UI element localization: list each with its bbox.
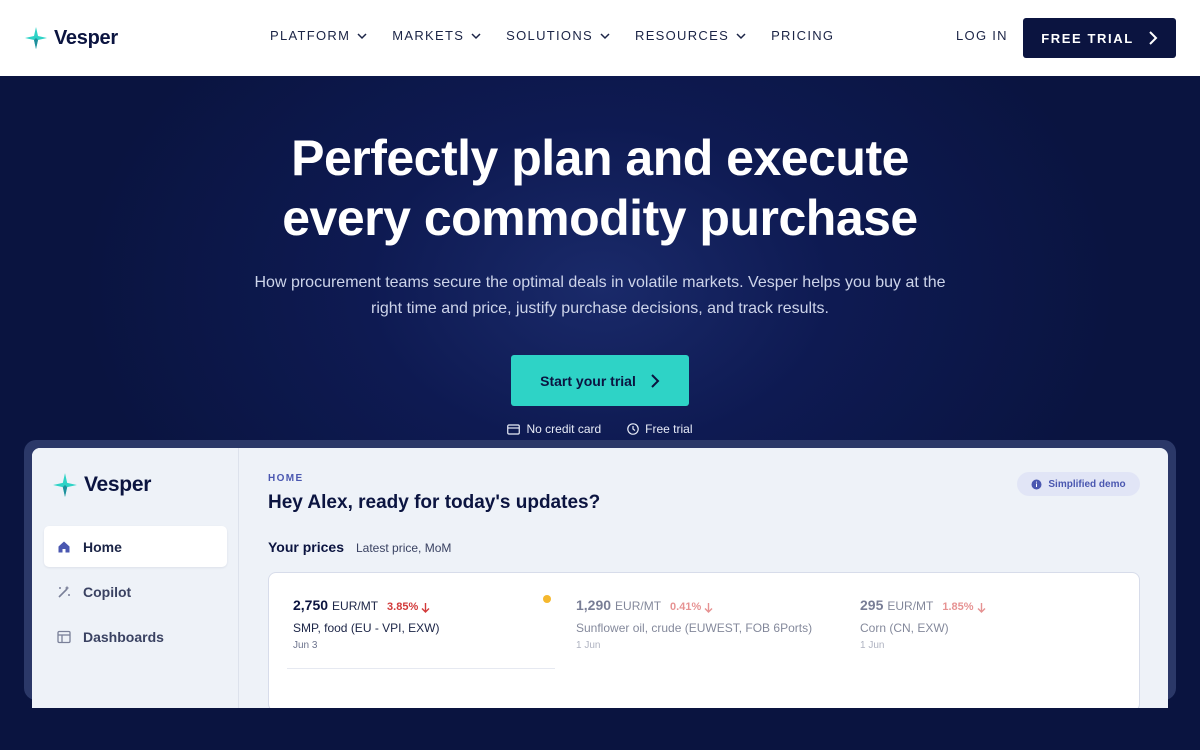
free-trial-button[interactable]: FREE TRIAL (1023, 18, 1176, 58)
price-change: 3.85% (387, 601, 430, 613)
chevron-right-icon (651, 373, 660, 388)
app-preview: Vesper Home Copilot Dashboards HOME Hey … (32, 448, 1168, 708)
nav-solutions[interactable]: SOLUTIONS (506, 28, 611, 43)
nav-links: PLATFORM MARKETS SOLUTIONS RESOURCES PRI… (270, 28, 834, 43)
chevron-right-icon (1149, 31, 1158, 45)
commodity-name: Corn (CN, EXW) (860, 621, 949, 635)
sidebar-item-copilot[interactable]: Copilot (44, 571, 227, 612)
dashboard-icon (57, 630, 71, 643)
price-unit: EUR/MT (615, 599, 662, 613)
price-card-smp[interactable]: 2,750 EUR/MT 3.85% SMP, food (EU - VPI, … (269, 573, 555, 693)
nav-solutions-label: SOLUTIONS (506, 28, 593, 43)
login-link[interactable]: LOG IN (956, 28, 1008, 43)
arrow-down-icon (421, 602, 430, 613)
demo-badge: Simplified demo (1017, 472, 1140, 496)
brand-logo[interactable]: Vesper (24, 26, 118, 50)
demo-badge-label: Simplified demo (1048, 478, 1126, 490)
hero-subtitle-line-2: right time and price, justify purchase d… (371, 300, 829, 317)
price-change: 1.85% (942, 601, 986, 613)
magic-wand-icon (58, 585, 70, 598)
sidebar-item-copilot-label: Copilot (83, 583, 132, 600)
sidebar-item-home-label: Home (83, 538, 122, 555)
perk-free-trial-label: Free trial (645, 422, 693, 436)
top-navbar: Vesper PLATFORM MARKETS SOLUTIONS RESOUR… (0, 0, 1200, 76)
price-date: 1 Jun (860, 640, 885, 651)
nav-markets-label: MARKETS (392, 28, 465, 43)
credit-card-icon (507, 423, 521, 435)
price-value: 2,750 (293, 597, 329, 613)
nav-pricing[interactable]: PRICING (771, 28, 834, 43)
home-icon (58, 541, 70, 552)
start-trial-label: Start your trial (540, 372, 636, 389)
price-unit: EUR/MT (332, 599, 379, 613)
prices-panel: 2,750 EUR/MT 3.85% SMP, food (EU - VPI, … (268, 572, 1140, 708)
chevron-down-icon (471, 32, 481, 39)
breadcrumb[interactable]: HOME (268, 473, 304, 484)
hero-subtitle-line-1: How procurement teams secure the optimal… (254, 274, 946, 291)
nav-platform[interactable]: PLATFORM (270, 28, 368, 43)
price-card-corn[interactable]: 295 EUR/MT 1.85% Corn (CN, EXW) 1 Jun (836, 573, 1120, 693)
price-value: 1,290 (576, 597, 612, 613)
sidebar-item-home[interactable]: Home (44, 526, 227, 567)
sparkle-icon (53, 473, 77, 497)
app-brand-logo: Vesper (52, 472, 151, 498)
app-main: HOME Hey Alex, ready for today's updates… (268, 448, 1168, 708)
start-trial-button[interactable]: Start your trial (511, 355, 689, 406)
price-card-sunflower-oil[interactable]: 1,290 EUR/MT 0.41% Sunflower oil, crude … (552, 573, 836, 693)
price-change-value: 1.85% (942, 601, 974, 613)
chevron-down-icon (357, 32, 367, 39)
chevron-down-icon (736, 32, 746, 39)
hero-title-line-2: every commodity purchase (282, 190, 918, 246)
page-title: Hey Alex, ready for today's updates? (268, 492, 601, 513)
prices-subtitle: Latest price, MoM (356, 541, 452, 555)
price-date: Jun 3 (293, 640, 318, 651)
app-sidebar: Vesper Home Copilot Dashboards (32, 448, 239, 708)
chevron-down-icon (600, 32, 610, 39)
sparkle-icon (25, 27, 47, 49)
nav-platform-label: PLATFORM (270, 28, 351, 43)
price-value: 295 (860, 597, 884, 613)
price-unit: EUR/MT (887, 599, 934, 613)
sidebar-item-dashboards-label: Dashboards (83, 628, 164, 645)
hero-title: Perfectly plan and execute every commodi… (0, 128, 1200, 248)
price-change: 0.41% (670, 601, 713, 613)
hero-title-line-1: Perfectly plan and execute (291, 130, 909, 186)
price-date: 1 Jun (576, 640, 601, 651)
clock-icon (627, 423, 639, 435)
nav-pricing-label: PRICING (771, 28, 835, 43)
nav-markets[interactable]: MARKETS (392, 28, 482, 43)
perk-no-credit-card-label: No credit card (526, 422, 602, 436)
perk-no-credit-card: No credit card (507, 422, 601, 436)
prices-header: Your prices Latest price, MoM (268, 539, 451, 555)
info-icon (1031, 479, 1042, 489)
alert-dot (543, 595, 551, 603)
app-brand-name: Vesper (84, 473, 152, 496)
arrow-down-icon (704, 602, 713, 613)
price-change-value: 3.85% (387, 601, 419, 613)
perk-free-trial: Free trial (627, 422, 693, 436)
sidebar-item-dashboards[interactable]: Dashboards (44, 616, 227, 657)
nav-resources-label: RESOURCES (635, 28, 730, 43)
arrow-down-icon (977, 602, 986, 613)
commodity-name: Sunflower oil, crude (EUWEST, FOB 6Ports… (576, 621, 813, 635)
nav-resources[interactable]: RESOURCES (635, 28, 747, 43)
commodity-name: SMP, food (EU - VPI, EXW) (293, 621, 440, 635)
card-divider (287, 668, 555, 669)
prices-title: Your prices (268, 539, 344, 555)
brand-name: Vesper (54, 26, 118, 49)
free-trial-label: FREE TRIAL (1041, 30, 1134, 46)
hero-subtitle: How procurement teams secure the optimal… (230, 270, 970, 322)
hero-perks: No credit card Free trial (0, 422, 1200, 436)
price-change-value: 0.41% (670, 601, 702, 613)
